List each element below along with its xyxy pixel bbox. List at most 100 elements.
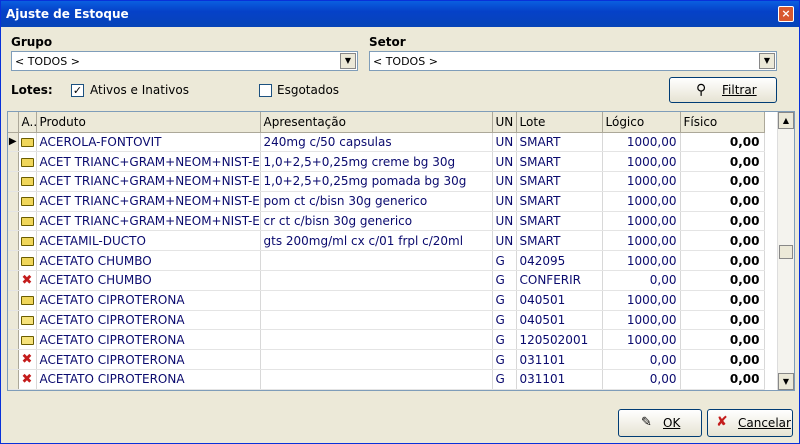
setor-select[interactable]: < TODOS > ▼ xyxy=(369,51,777,71)
fisico-cell[interactable]: 0,00 xyxy=(680,132,765,153)
apresentacao-cell[interactable]: pom ct c/bisn 30g generico xyxy=(260,191,493,212)
produto-cell[interactable]: ACETAMIL-DUCTO xyxy=(36,230,261,252)
fisico-cell[interactable]: 0,00 xyxy=(680,230,765,252)
close-icon[interactable]: × xyxy=(778,6,794,22)
logico-cell[interactable]: 1000,00 xyxy=(602,310,681,331)
column-header-logico[interactable]: Lógico xyxy=(602,112,681,133)
produto-cell[interactable]: ACET TRIANC+GRAM+NEOM+NIST-EM xyxy=(36,171,261,192)
lote-cell[interactable]: 031101 xyxy=(516,349,603,371)
table-row[interactable]: ACETATO CIPROTERONA G 040501 1000,00 0,00 xyxy=(8,310,765,331)
vertical-scrollbar[interactable]: ▲ ▼ xyxy=(777,112,794,390)
produto-cell[interactable]: ACETATO CIPROTERONA xyxy=(36,310,261,331)
lote-cell[interactable]: 120502001 xyxy=(516,329,603,351)
logico-cell[interactable]: 1000,00 xyxy=(602,250,681,272)
scroll-up-icon[interactable]: ▲ xyxy=(778,112,794,129)
un-cell[interactable]: G xyxy=(492,290,517,311)
table-row[interactable]: ✖ ACETATO CIPROTERONA G 031101 0,00 0,00 xyxy=(8,349,765,371)
esgotados-checkbox[interactable] xyxy=(259,84,272,97)
lote-cell[interactable]: SMART xyxy=(516,151,603,173)
lote-cell[interactable]: SMART xyxy=(516,132,603,153)
fisico-cell[interactable]: 0,00 xyxy=(680,329,765,351)
ok-button[interactable]: ✎ OK xyxy=(618,409,702,437)
lote-cell[interactable]: SMART xyxy=(516,230,603,252)
apresentacao-cell[interactable] xyxy=(260,290,493,311)
un-cell[interactable]: UN xyxy=(492,132,517,153)
column-header-produto[interactable]: Produto xyxy=(36,112,261,133)
fisico-cell[interactable]: 0,00 xyxy=(680,270,765,291)
un-cell[interactable]: G xyxy=(492,270,517,291)
logico-cell[interactable]: 1000,00 xyxy=(602,290,681,311)
logico-cell[interactable]: 0,00 xyxy=(602,349,681,371)
un-cell[interactable]: G xyxy=(492,369,517,390)
chevron-down-icon[interactable]: ▼ xyxy=(759,53,775,69)
produto-cell[interactable]: ACETATO CIPROTERONA xyxy=(36,369,261,390)
apresentacao-cell[interactable]: 1,0+2,5+0,25mg creme bg 30g xyxy=(260,151,493,173)
logico-cell[interactable]: 1000,00 xyxy=(602,191,681,212)
lote-cell[interactable]: 042095 xyxy=(516,250,603,272)
table-row[interactable]: ACETATO CIPROTERONA G 120502001 1000,00 0,00 xyxy=(8,329,765,351)
fisico-cell[interactable]: 0,00 xyxy=(680,290,765,311)
apresentacao-cell[interactable]: 240mg c/50 capsulas xyxy=(260,132,493,153)
apresentacao-cell[interactable] xyxy=(260,310,493,331)
fisico-cell[interactable]: 0,00 xyxy=(680,211,765,232)
produto-cell[interactable]: ACET TRIANC+GRAM+NEOM+NIST-EL xyxy=(36,191,261,212)
lote-cell[interactable]: 040501 xyxy=(516,310,603,331)
produto-cell[interactable]: ACEROLA-FONTOVIT xyxy=(36,132,261,153)
column-header-un[interactable]: UN xyxy=(492,112,517,133)
logico-cell[interactable]: 1000,00 xyxy=(602,211,681,232)
apresentacao-cell[interactable]: cr ct c/bisn 30g generico xyxy=(260,211,493,232)
lote-cell[interactable]: SMART xyxy=(516,191,603,212)
produto-cell[interactable]: ACET TRIANC+GRAM+NEOM+NIST-EM xyxy=(36,151,261,173)
lote-cell[interactable]: 040501 xyxy=(516,290,603,311)
apresentacao-cell[interactable] xyxy=(260,329,493,351)
grupo-select[interactable]: < TODOS > ▼ xyxy=(11,51,358,71)
apresentacao-cell[interactable]: 1,0+2,5+0,25mg pomada bg 30g xyxy=(260,171,493,192)
fisico-cell[interactable]: 0,00 xyxy=(680,310,765,331)
lote-cell[interactable]: SMART xyxy=(516,211,603,232)
un-cell[interactable]: G xyxy=(492,349,517,371)
table-row[interactable]: ACETATO CHUMBO G 042095 1000,00 0,00 xyxy=(8,250,765,272)
cancel-button[interactable]: ✘ Cancelar xyxy=(707,409,793,437)
un-cell[interactable]: G xyxy=(492,250,517,272)
produto-cell[interactable]: ACETATO CHUMBO xyxy=(36,250,261,272)
logico-cell[interactable]: 1000,00 xyxy=(602,151,681,173)
fisico-cell[interactable]: 0,00 xyxy=(680,151,765,173)
produto-cell[interactable]: ACETATO CIPROTERONA xyxy=(36,329,261,351)
column-header-status[interactable]: A.. xyxy=(18,112,37,133)
un-cell[interactable]: UN xyxy=(492,151,517,173)
table-row[interactable]: ACET TRIANC+GRAM+NEOM+NIST-EL cr ct c/bis… xyxy=(8,211,765,232)
apresentacao-cell[interactable] xyxy=(260,369,493,390)
lote-cell[interactable]: CONFERIR xyxy=(516,270,603,291)
fisico-cell[interactable]: 0,00 xyxy=(680,349,765,371)
apresentacao-cell[interactable] xyxy=(260,349,493,371)
table-row[interactable]: ACETAMIL-DUCTO gts 200mg/ml cx c/01 frpl … xyxy=(8,230,765,252)
lote-cell[interactable]: SMART xyxy=(516,171,603,192)
logico-cell[interactable]: 1000,00 xyxy=(602,329,681,351)
un-cell[interactable]: UN xyxy=(492,211,517,232)
fisico-cell[interactable]: 0,00 xyxy=(680,171,765,192)
stock-grid[interactable]: A.. Produto Apresentação UN Lote Lógico … xyxy=(7,111,795,391)
un-cell[interactable]: UN xyxy=(492,191,517,212)
logico-cell[interactable]: 0,00 xyxy=(602,369,681,390)
logico-cell[interactable]: 1000,00 xyxy=(602,171,681,192)
scroll-down-icon[interactable]: ▼ xyxy=(778,373,794,390)
produto-cell[interactable]: ACETATO CIPROTERONA xyxy=(36,349,261,371)
fisico-cell[interactable]: 0,00 xyxy=(680,369,765,390)
table-row[interactable]: ACETATO CIPROTERONA G 040501 1000,00 0,00 xyxy=(8,290,765,311)
apresentacao-cell[interactable] xyxy=(260,250,493,272)
un-cell[interactable]: G xyxy=(492,310,517,331)
apresentacao-cell[interactable]: gts 200mg/ml cx c/01 frpl c/20ml xyxy=(260,230,493,252)
fisico-cell[interactable]: 0,00 xyxy=(680,191,765,212)
table-row[interactable]: ACET TRIANC+GRAM+NEOM+NIST-EM 1,0+2,5+0,2… xyxy=(8,171,765,192)
ativos-checkbox[interactable]: ✓ xyxy=(71,84,84,97)
table-row[interactable]: ACET TRIANC+GRAM+NEOM+NIST-EM 1,0+2,5+0,2… xyxy=(8,151,765,173)
un-cell[interactable]: G xyxy=(492,329,517,351)
chevron-down-icon[interactable]: ▼ xyxy=(340,53,356,69)
fisico-cell[interactable]: 0,00 xyxy=(680,250,765,272)
table-row[interactable]: ▶ ACEROLA-FONTOVIT 240mg c/50 capsulas UN SM… xyxy=(8,132,765,153)
column-header-lote[interactable]: Lote xyxy=(516,112,603,133)
lote-cell[interactable]: 031101 xyxy=(516,369,603,390)
column-header-apresentacao[interactable]: Apresentação xyxy=(260,112,493,133)
logico-cell[interactable]: 1000,00 xyxy=(602,230,681,252)
un-cell[interactable]: UN xyxy=(492,171,517,192)
